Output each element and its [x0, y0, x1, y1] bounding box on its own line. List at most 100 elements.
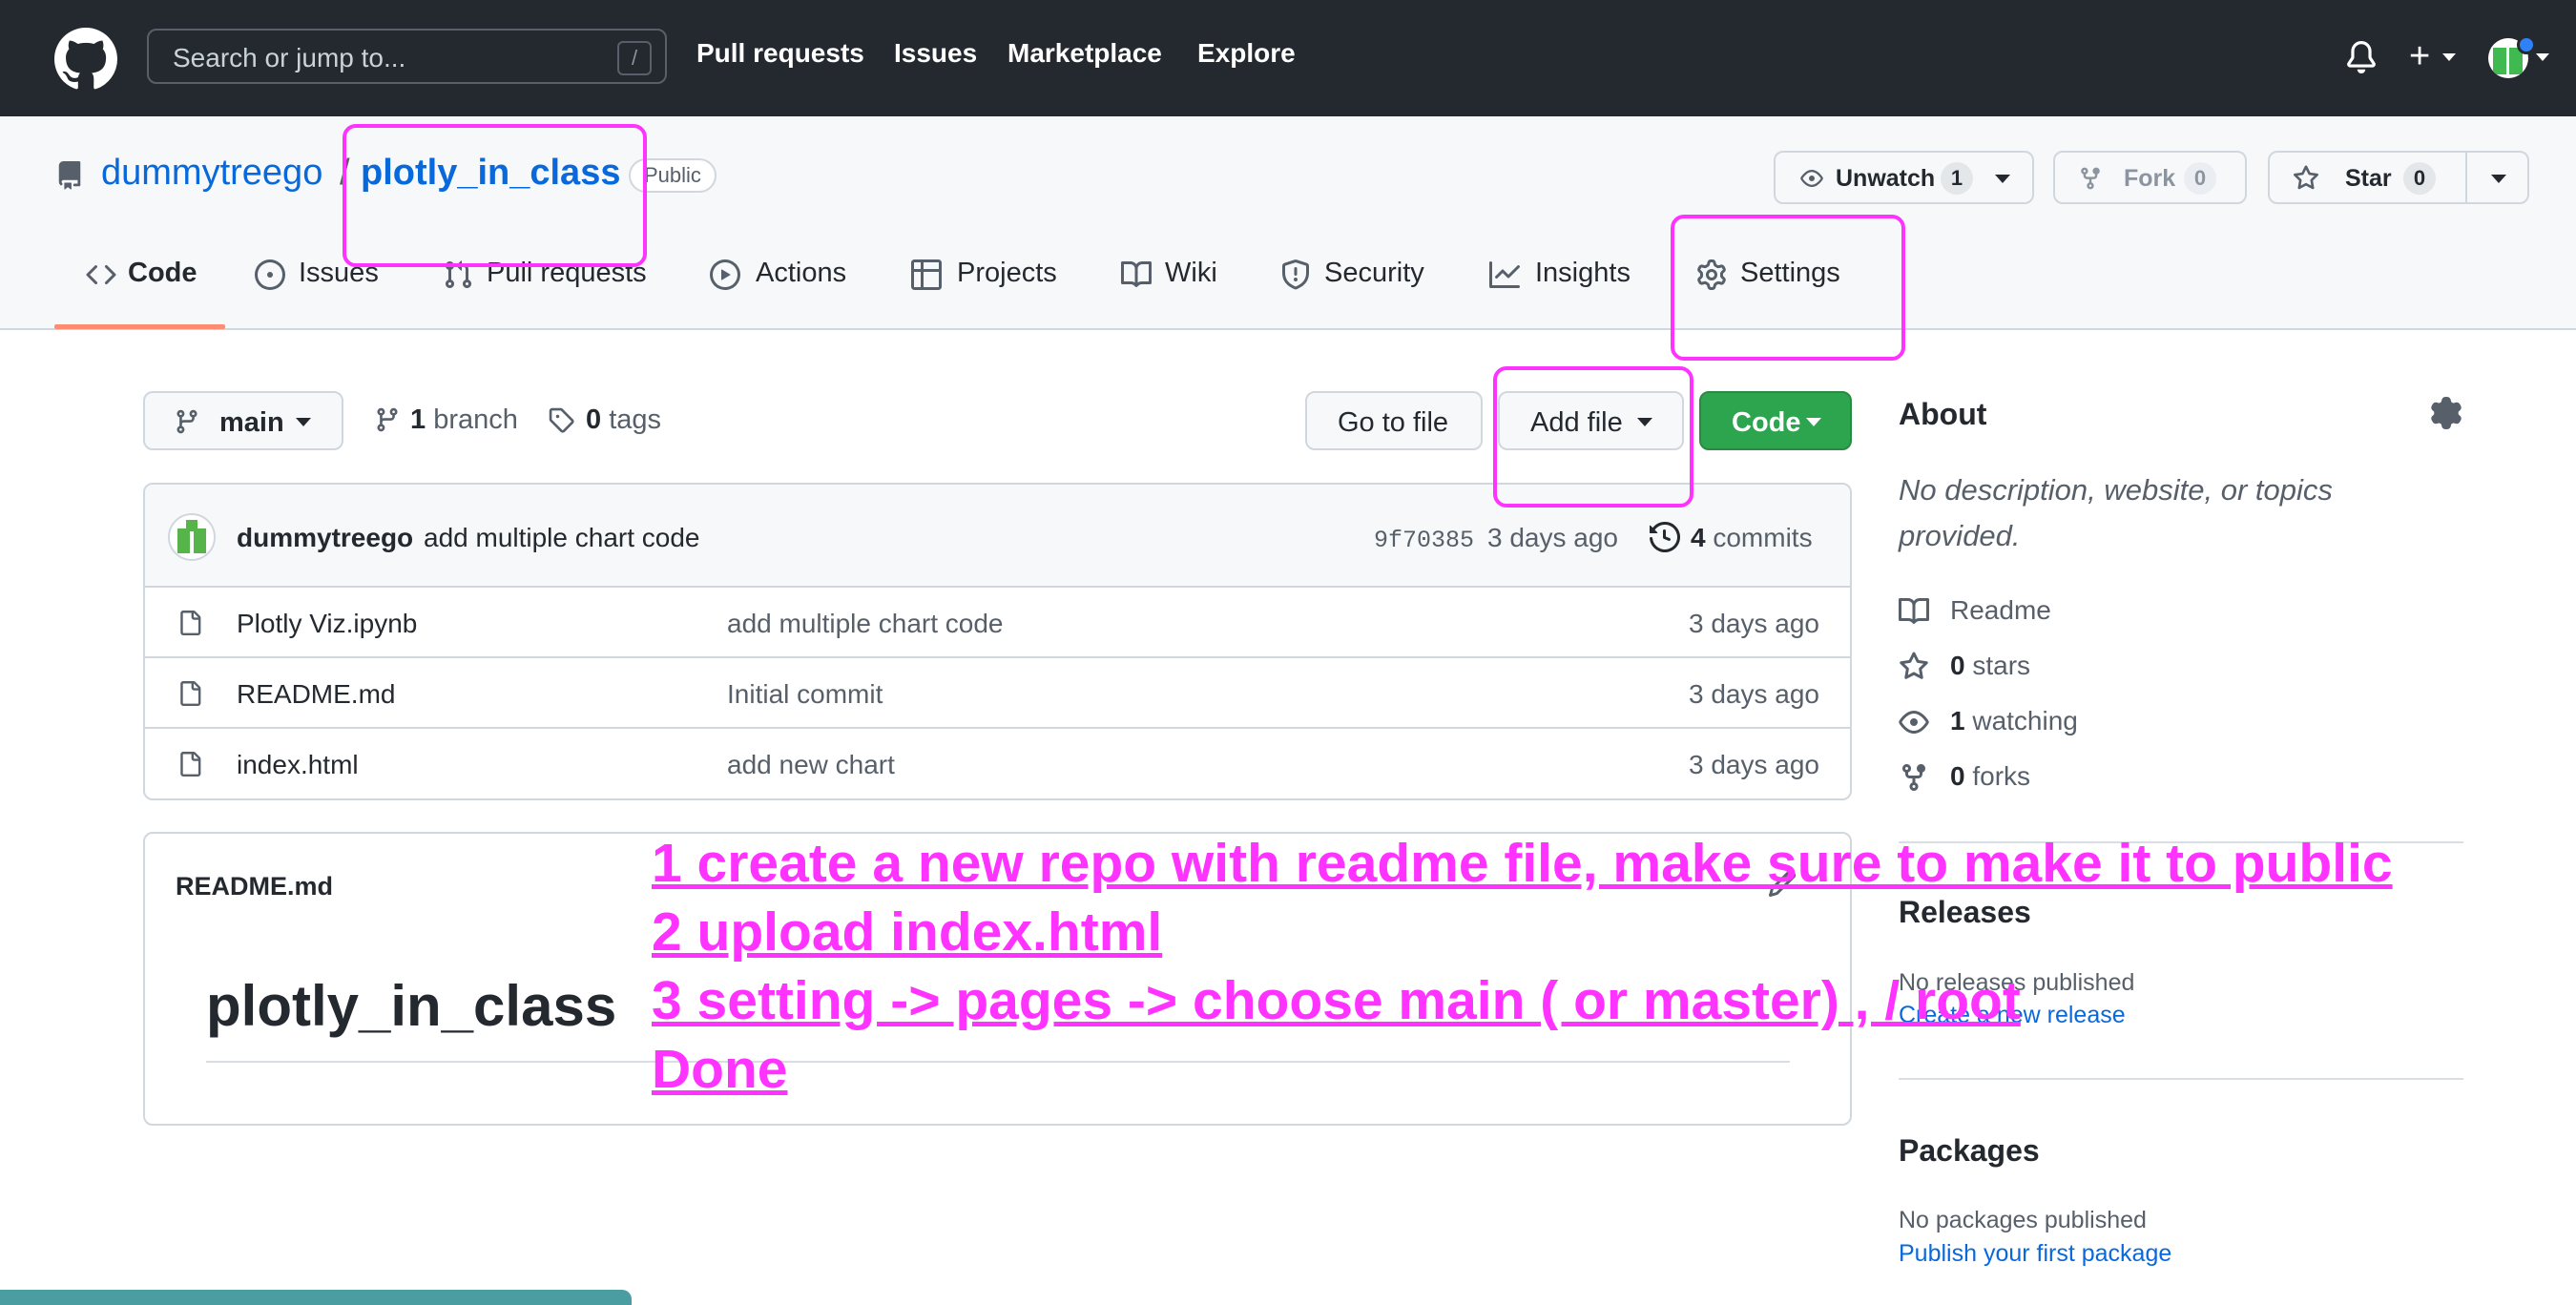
file-row[interactable]: README.md Initial commit 3 days ago — [145, 658, 1850, 729]
file-icon — [180, 611, 201, 635]
tag-count: 0 — [586, 404, 602, 435]
nav-marketplace[interactable]: Marketplace — [1008, 38, 1162, 69]
nav-pull-requests[interactable]: Pull requests — [696, 38, 864, 69]
gear-icon[interactable] — [2430, 397, 2462, 429]
file-name[interactable]: README.md — [237, 679, 395, 710]
search-shortcut-key: / — [617, 41, 652, 75]
watch-caret-icon — [1995, 175, 2010, 183]
create-new-caret-icon[interactable] — [2442, 53, 2456, 61]
file-row[interactable]: Plotly Viz.ipynb add multiple chart code… — [145, 588, 1850, 658]
stars-word: stars — [1972, 651, 2031, 680]
notification-bell-icon[interactable] — [2345, 40, 2378, 74]
shield-icon — [1282, 259, 1309, 290]
star-count: 0 — [2403, 162, 2436, 195]
file-icon — [180, 752, 201, 777]
releases-heading[interactable]: Releases — [1899, 895, 2031, 930]
file-date: 3 days ago — [1689, 679, 1819, 709]
avatar-block — [177, 528, 190, 553]
forks-count: 0 — [1950, 761, 1965, 791]
file-row[interactable]: index.html add new chart 3 days ago — [145, 729, 1850, 798]
book-icon — [1121, 260, 1152, 287]
avatar-block — [186, 520, 197, 531]
graph-icon — [1489, 261, 1520, 288]
file-commit-message[interactable]: Initial commit — [727, 679, 883, 710]
commit-sha[interactable]: 9f70385 — [1374, 527, 1474, 554]
highlight-settings-tab — [1671, 215, 1905, 361]
tab-label: Wiki — [1165, 258, 1217, 288]
github-logo-icon[interactable] — [54, 28, 117, 91]
readme-filename[interactable]: README.md — [176, 872, 333, 901]
repo-icon — [58, 161, 81, 190]
tab-label: Actions — [756, 258, 847, 288]
publish-package-link[interactable]: Publish your first package — [1899, 1240, 2171, 1268]
file-date: 3 days ago — [1689, 750, 1819, 779]
fork-count: 0 — [2184, 162, 2216, 195]
star-label: Star — [2345, 165, 2392, 192]
file-name[interactable]: Plotly Viz.ipynb — [237, 609, 417, 639]
tag-word: tags — [609, 404, 662, 435]
status-bar-link-preview — [0, 1290, 632, 1305]
avatar-status-dot — [2517, 35, 2536, 54]
tab-label: Projects — [957, 258, 1057, 288]
create-new-plus-icon[interactable]: + — [2409, 38, 2430, 74]
repo-owner-link[interactable]: dummytreego — [101, 153, 322, 194]
branch-count: 1 — [410, 404, 426, 435]
packages-heading[interactable]: Packages — [1899, 1133, 2040, 1169]
code-button-label: Code — [1732, 407, 1801, 438]
search-input[interactable]: Search or jump to... / — [147, 29, 667, 84]
branch-icon — [377, 407, 398, 432]
stars-count: 0 — [1950, 651, 1965, 680]
commit-count: 4 — [1691, 523, 1706, 552]
tab-label: Code — [128, 258, 197, 288]
watching-word: watching — [1972, 706, 2078, 735]
star-button[interactable]: Star 0 — [2268, 151, 2529, 204]
eye-icon — [1800, 170, 1823, 187]
unwatch-label: Unwatch — [1836, 165, 1936, 192]
file-commit-message[interactable]: add multiple chart code — [727, 609, 1004, 639]
watching-count: 1 — [1950, 706, 1965, 735]
issue-icon — [255, 259, 285, 290]
highlight-repo-name — [343, 124, 647, 267]
highlight-add-file — [1493, 366, 1693, 508]
code-download-button[interactable]: Code — [1699, 391, 1852, 450]
commit-author[interactable]: dummytreego — [237, 523, 413, 553]
commit-author-avatar[interactable] — [168, 513, 216, 561]
tab-label: Security — [1324, 258, 1424, 288]
book-icon — [1899, 597, 1929, 624]
file-name[interactable]: index.html — [237, 750, 359, 780]
active-tab-indicator — [54, 324, 225, 329]
sidebar-divider — [1899, 1078, 2463, 1080]
play-icon — [710, 259, 740, 290]
about-heading: About — [1899, 397, 1987, 431]
commit-word: commits — [1713, 523, 1813, 552]
nav-issues[interactable]: Issues — [894, 38, 977, 69]
instruction-done: Done — [652, 1039, 788, 1100]
branch-icon — [177, 409, 197, 434]
readme-link-label: Readme — [1950, 595, 2051, 625]
unwatch-button[interactable]: Unwatch 1 — [1774, 151, 2034, 204]
branch-select-button[interactable]: main — [143, 391, 343, 450]
readme-heading: plotly_in_class — [206, 974, 617, 1038]
avatar-block — [194, 528, 206, 553]
fork-button[interactable]: Fork 0 — [2053, 151, 2247, 204]
go-to-file-label: Go to file — [1338, 407, 1449, 438]
fork-icon — [1902, 764, 1925, 792]
go-to-file-button[interactable]: Go to file — [1305, 391, 1483, 450]
user-menu-caret-icon[interactable] — [2536, 53, 2549, 61]
tab-label: Insights — [1535, 258, 1631, 288]
no-packages-text: No packages published — [1899, 1207, 2147, 1233]
star-icon — [1900, 652, 1928, 679]
commit-message[interactable]: add multiple chart code — [424, 523, 700, 553]
eye-icon — [1899, 711, 1929, 734]
watch-count: 1 — [1941, 162, 1973, 195]
avatar-block — [2493, 48, 2506, 74]
file-date: 3 days ago — [1689, 609, 1819, 638]
star-list-caret-icon[interactable] — [2491, 175, 2506, 183]
star-icon — [2294, 165, 2318, 190]
code-icon — [86, 264, 116, 285]
file-commit-message[interactable]: add new chart — [727, 750, 895, 780]
branch-caret-icon — [296, 418, 311, 426]
search-placeholder: Search or jump to... — [173, 43, 406, 72]
fork-label: Fork — [2124, 165, 2176, 192]
nav-explore[interactable]: Explore — [1197, 38, 1296, 69]
